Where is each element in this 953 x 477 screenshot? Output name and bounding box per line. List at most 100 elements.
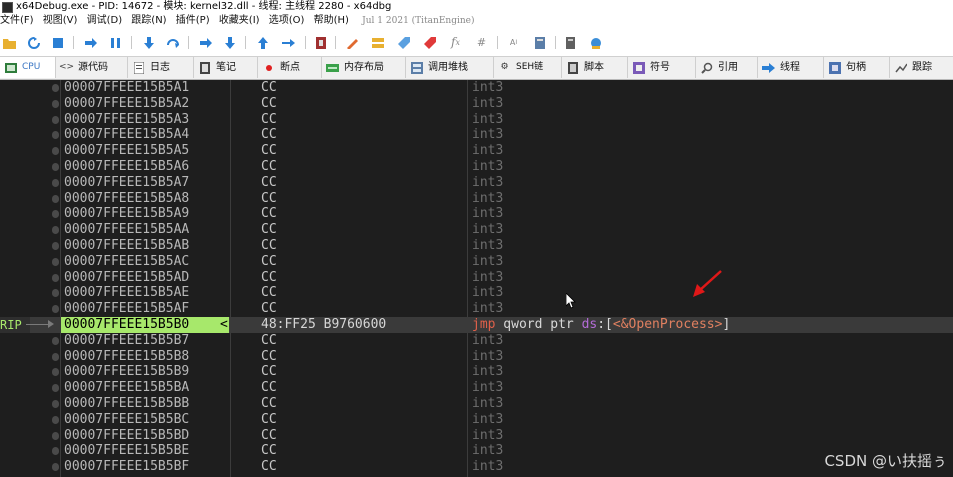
breakpoint-dot-icon[interactable] bbox=[52, 163, 59, 171]
breakpoint-dot-icon[interactable] bbox=[52, 384, 59, 393]
variables-icon[interactable]: # bbox=[474, 35, 489, 50]
disasm-row[interactable]: 00007FFEEE15B5AA CC int3 bbox=[0, 222, 953, 238]
menu-trace[interactable]: 跟踪(N) bbox=[129, 13, 170, 29]
trace-into-icon[interactable] bbox=[198, 35, 213, 50]
open-file-icon[interactable] bbox=[2, 35, 17, 50]
breakpoint-dot-icon[interactable] bbox=[52, 400, 59, 408]
disasm-row[interactable]: RIP 00007FFEEE15B5B0 <48:FF25 B9760600 jmp … bbox=[0, 317, 953, 333]
tab-seh-chain[interactable]: ⚙ SEH链 bbox=[494, 57, 562, 78]
tab-trace[interactable]: 跟踪 bbox=[890, 57, 953, 78]
tab-cpu[interactable]: CPU bbox=[0, 57, 56, 78]
disasm-row[interactable]: 00007FFEEE15B5AD CC int3 bbox=[0, 270, 953, 286]
tab-label: 日志 bbox=[150, 62, 170, 73]
breakpoint-dot-icon[interactable] bbox=[52, 336, 59, 345]
breakpoint-dot-icon[interactable] bbox=[52, 178, 59, 187]
disasm-row[interactable]: 00007FFEEE15B5BC CC int3 bbox=[0, 412, 953, 428]
breakpoint-dot-icon[interactable] bbox=[52, 84, 59, 92]
menu-file[interactable]: 文件(F) bbox=[0, 13, 38, 29]
bookmarks-icon[interactable] bbox=[422, 35, 437, 50]
address: 00007FFEEE15B5B0 bbox=[61, 317, 229, 333]
settings-icon[interactable] bbox=[532, 35, 547, 50]
about-icon[interactable] bbox=[588, 35, 603, 50]
tab-source[interactable]: <> 源代码 bbox=[56, 57, 128, 78]
disasm-row[interactable]: 00007FFEEE15B5AB CC int3 bbox=[0, 238, 953, 254]
stop-icon[interactable] bbox=[50, 35, 65, 50]
instruction-operand: ] bbox=[722, 317, 731, 332]
trace-over-icon[interactable] bbox=[222, 35, 237, 50]
functions-icon[interactable]: fx bbox=[448, 35, 463, 50]
breakpoint-dot-icon[interactable] bbox=[52, 305, 59, 314]
disasm-row[interactable]: 00007FFEEE15B5AF CC int3 bbox=[0, 301, 953, 317]
disasm-row[interactable]: 00007FFEEE15B5A7 CC int3 bbox=[0, 175, 953, 191]
disassembly-view[interactable]: 00007FFEEE15B5A1 CC int3 00007FFEEE15B5A2 CC… bbox=[0, 80, 953, 477]
tab-script[interactable]: 脚本 bbox=[562, 57, 628, 78]
menu-view[interactable]: 视图(V) bbox=[41, 13, 82, 29]
tab-threads[interactable]: 线程 bbox=[758, 57, 824, 78]
breakpoint-dot-icon[interactable] bbox=[52, 447, 59, 456]
tab-symbols[interactable]: 符号 bbox=[628, 57, 696, 78]
execute-till-return-icon[interactable] bbox=[255, 35, 270, 50]
step-into-icon[interactable] bbox=[141, 35, 156, 50]
disasm-row[interactable]: 00007FFEEE15B5A8 CC int3 bbox=[0, 191, 953, 207]
disasm-row[interactable]: 00007FFEEE15B5BD CC int3 bbox=[0, 428, 953, 444]
tab-call-stack[interactable]: 调用堆栈 bbox=[406, 57, 494, 78]
breakpoint-dot-icon[interactable] bbox=[52, 115, 59, 124]
scylla-icon[interactable] bbox=[313, 35, 328, 50]
step-over-icon[interactable] bbox=[165, 35, 180, 50]
breakpoint-dot-icon[interactable] bbox=[52, 99, 59, 108]
breakpoint-dot-icon[interactable] bbox=[52, 431, 59, 440]
breakpoint-dot-icon[interactable] bbox=[52, 368, 59, 377]
breakpoint-dot-icon[interactable] bbox=[52, 194, 59, 203]
menu-options[interactable]: 选项(O) bbox=[267, 13, 309, 29]
comments-icon[interactable] bbox=[370, 35, 385, 50]
breakpoint-dot-icon[interactable] bbox=[52, 147, 59, 156]
tab-notes[interactable]: 笔记 bbox=[194, 57, 258, 78]
disasm-row[interactable]: 00007FFEEE15B5A6 CC int3 bbox=[0, 159, 953, 175]
labels-icon[interactable] bbox=[396, 35, 411, 50]
pause-icon[interactable] bbox=[108, 35, 123, 50]
disasm-row[interactable]: 00007FFEEE15B5AE CC int3 bbox=[0, 285, 953, 301]
menu-favourites[interactable]: 收藏夹(I) bbox=[217, 13, 264, 29]
breakpoint-dot-icon[interactable] bbox=[52, 289, 59, 298]
tab-label: 脚本 bbox=[584, 62, 604, 73]
restart-icon[interactable] bbox=[26, 35, 41, 50]
app-icon bbox=[2, 2, 13, 13]
breakpoint-dot-icon[interactable] bbox=[52, 131, 59, 140]
disasm-row[interactable]: 00007FFEEE15B5A9 CC int3 bbox=[0, 206, 953, 222]
tab-memory-map[interactable]: 内存布局 bbox=[322, 57, 406, 78]
disasm-row[interactable]: 00007FFEEE15B5BF CC int3 bbox=[0, 459, 953, 475]
run-icon[interactable] bbox=[83, 35, 98, 50]
breakpoint-dot-icon[interactable] bbox=[52, 257, 59, 266]
tab-breakpoints[interactable]: 断点 bbox=[258, 57, 322, 78]
disasm-row[interactable]: 00007FFEEE15B5A4 CC int3 bbox=[0, 127, 953, 143]
disasm-row[interactable]: 00007FFEEE15B5B9 CC int3 bbox=[0, 364, 953, 380]
breakpoint-dot-icon[interactable] bbox=[52, 415, 59, 424]
menu-help[interactable]: 帮助(H) bbox=[312, 13, 353, 29]
disasm-row[interactable]: 00007FFEEE15B5A2 CC int3 bbox=[0, 96, 953, 112]
disasm-row[interactable]: 00007FFEEE15B5B7 CC int3 bbox=[0, 333, 953, 349]
breakpoint-dot-icon[interactable] bbox=[52, 273, 59, 282]
tab-handles[interactable]: 句柄 bbox=[824, 57, 890, 78]
breakpoint-dot-icon[interactable] bbox=[52, 352, 59, 361]
font-icon[interactable]: AI bbox=[506, 35, 521, 50]
breakpoint-dot-icon[interactable] bbox=[52, 226, 59, 235]
tab-references[interactable]: 引用 bbox=[696, 57, 758, 78]
disasm-row[interactable]: 00007FFEEE15B5A5 CC int3 bbox=[0, 143, 953, 159]
breakpoint-dot-icon[interactable] bbox=[52, 463, 59, 472]
disasm-row[interactable]: 00007FFEEE15B5BE CC int3 bbox=[0, 443, 953, 459]
menu-plugins[interactable]: 插件(P) bbox=[174, 13, 214, 29]
tab-log[interactable]: 日志 bbox=[128, 57, 194, 78]
breakpoint-dot-icon[interactable] bbox=[52, 242, 59, 250]
menu-debug[interactable]: 调试(D) bbox=[85, 13, 127, 29]
calculator-icon[interactable] bbox=[563, 35, 578, 50]
title-bar: x64Debug.exe - PID: 14672 - 模块: kernel32… bbox=[0, 0, 953, 13]
disasm-row[interactable]: 00007FFEEE15B5BA CC int3 bbox=[0, 380, 953, 396]
disasm-row[interactable]: 00007FFEEE15B5BB CC int3 bbox=[0, 396, 953, 412]
run-to-user-code-icon[interactable] bbox=[281, 35, 296, 50]
breakpoint-dot-icon[interactable] bbox=[52, 210, 59, 219]
patches-icon[interactable] bbox=[344, 35, 359, 50]
disasm-row[interactable]: 00007FFEEE15B5A1 CC int3 bbox=[0, 80, 953, 96]
disasm-row[interactable]: 00007FFEEE15B5B8 CC int3 bbox=[0, 349, 953, 365]
disasm-row[interactable]: 00007FFEEE15B5AC CC int3 bbox=[0, 254, 953, 270]
disasm-row[interactable]: 00007FFEEE15B5A3 CC int3 bbox=[0, 112, 953, 128]
